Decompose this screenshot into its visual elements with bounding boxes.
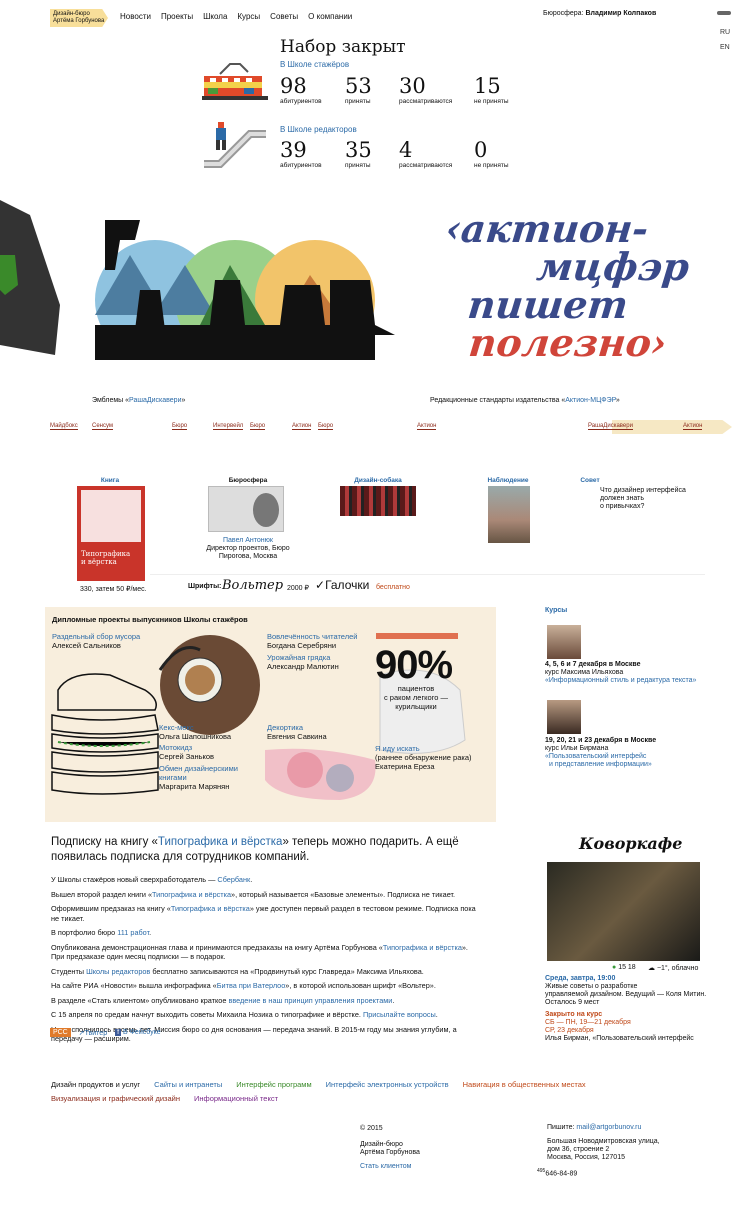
fonts-label: Шрифты:: [188, 583, 222, 590]
stat-applicants-2: 39 абитуриентов: [280, 138, 322, 169]
courses-title[interactable]: Курсы: [545, 607, 567, 614]
editor-school-link[interactable]: В Школе редакторов: [280, 125, 357, 134]
font-galochki-price: бесплатно: [376, 584, 410, 591]
stat-rejected-1: 15 не приняты: [474, 74, 509, 105]
dog-image[interactable]: [340, 486, 416, 516]
diploma-item-4[interactable]: Кекс-мекс Ольга Шапошникова: [159, 723, 231, 741]
stat-rejected-2: 0 не приняты: [474, 138, 509, 169]
facebook-icon: f: [115, 1029, 122, 1036]
news-item: Оформившим предзаказ на книгу «Типографи…: [51, 904, 476, 923]
cafe-closed: Закрыто на курс СБ — ПН, 19—21 декабря СР,…: [545, 1011, 694, 1042]
cloud-icon: ☁: [648, 965, 655, 972]
diploma-title[interactable]: Дипломные проекты выпускников Школы стаж…: [52, 615, 248, 624]
news-item: У Школы стажёров новый сверхработодатель…: [51, 875, 253, 884]
footer-nav-link[interactable]: Навигация в общественных местах: [463, 1080, 586, 1089]
menu-icon[interactable]: [717, 11, 731, 15]
standards-caption: Редакционные стандарты издательства «Акт…: [430, 397, 620, 404]
become-client-link[interactable]: Стать клиентом: [360, 1163, 420, 1171]
course-2[interactable]: 19, 20, 21 и 23 декабря в Москве курс Иль…: [545, 737, 656, 769]
intern-school-link[interactable]: В Школе стажёров: [280, 60, 349, 69]
lang-ru[interactable]: RU: [720, 29, 730, 36]
card-sphere-title[interactable]: Бюросфера: [188, 477, 308, 484]
advice-text[interactable]: Что дизайнер интерфейса должен знать о при…: [600, 487, 686, 511]
card-observation-title[interactable]: Наблюдение: [448, 477, 568, 484]
facebook-link[interactable]: f В Фейсбуке: [115, 1029, 161, 1036]
sphere-person: Павел Антонюк Директор проектов, Бюро Пиро…: [206, 537, 290, 560]
nav-advice[interactable]: Советы: [270, 12, 298, 21]
diploma-item-3[interactable]: Урожайная грядка Александр Малютин: [267, 653, 339, 671]
card-advice-title[interactable]: Совет: [560, 477, 620, 484]
book-price: 330, затем 50 ₽/мес.: [80, 586, 147, 593]
cafe-event[interactable]: Среда, завтра, 19:00 Живые советы о разра…: [545, 975, 706, 1007]
card-dog-title[interactable]: Дизайн-собака: [318, 477, 438, 484]
footer-nav-link[interactable]: Дизайн продуктов и услуг: [51, 1080, 140, 1089]
nav-school[interactable]: Школа: [203, 12, 227, 21]
cafe-title[interactable]: Коворкафе: [579, 834, 682, 853]
admissions-title: Набор закрыт: [280, 37, 406, 57]
news-list: У Школы стажёров новый сверхработодатель…: [51, 875, 481, 1049]
sphere-photo[interactable]: [208, 486, 284, 532]
project-strip: Майдбокс Сенсум Бюро Интервейл Бюро Акти…: [0, 420, 750, 434]
diploma-item-5[interactable]: Мотокидз Сергей Заньков: [159, 743, 214, 761]
course2-photo[interactable]: [547, 700, 581, 734]
rss-button[interactable]: РСС: [50, 1028, 71, 1037]
font-volter[interactable]: Вольтер: [222, 578, 283, 593]
nav-about[interactable]: О компании: [308, 12, 352, 21]
footer-org: © 2015 Дизайн-бюро Артёма Горбунова Стать к…: [360, 1125, 420, 1171]
social-links: РСС ➚Твитер f В Фейсбуке: [50, 1028, 161, 1037]
nav-projects[interactable]: Проекты: [161, 12, 193, 21]
escalator-pixel-icon: [204, 122, 266, 168]
observation-image[interactable]: [488, 486, 530, 543]
subscription-headline: Подписку на книгу «Типографика и вёрстка…: [51, 836, 459, 863]
diploma-item-8[interactable]: Я иду искать (раннее обнаружение рака) Ека…: [375, 744, 471, 771]
diploma-item-7[interactable]: Декортика Евгения Савкина: [267, 723, 327, 741]
twitter-link[interactable]: ➚Твитер: [79, 1029, 107, 1037]
course1-photo[interactable]: [547, 625, 581, 659]
emblems-caption: Эмблемы «РашаДискавери»: [92, 397, 186, 404]
stat-review-2: 4 рассматриваются: [399, 138, 453, 169]
lang-en[interactable]: EN: [720, 44, 730, 51]
stat-review-1: 30 рассматриваются: [399, 74, 453, 105]
news-item: Вышел второй раздел книги «Типографика и…: [51, 889, 456, 899]
book-cover[interactable]: Типографика и вёрстка: [77, 486, 145, 581]
divider: [150, 574, 705, 575]
stat-accepted-1: 53 приняты: [345, 74, 372, 105]
cafe-photo[interactable]: [547, 862, 700, 961]
footer-contacts: Пишите: mail@artgorbunov.ru Большая Новод…: [537, 1124, 660, 1178]
news-item: С 15 апреля по средам начнут выходить со…: [51, 1010, 438, 1019]
news-item: На сайте РИА «Новости» вышла инфографика…: [51, 981, 436, 990]
news-item: В разделе «Стать клиентом» опубликовано …: [51, 995, 395, 1005]
news-item: В портфолио бюро 111 работ.: [51, 928, 152, 937]
diploma-item-2[interactable]: Вовлечённость читателей Богдана Серебряни: [267, 632, 357, 650]
card-book-title[interactable]: Книга: [50, 477, 170, 484]
footer-nav-link[interactable]: Интерфейс программ: [236, 1080, 311, 1089]
font-galochki[interactable]: ✓Галочки: [315, 578, 369, 592]
aktion-lettering: ‹актион- мцфэр пишет полезно›: [443, 206, 692, 365]
percent-stat: 90%: [375, 643, 453, 687]
nav-news[interactable]: Новости: [120, 12, 151, 21]
main-nav: Новости Проекты Школа Курсы Советы О ком…: [120, 12, 352, 21]
train-pixel-icon: [202, 63, 268, 100]
news-item: Опубликована демонстрационная глава и пр…: [51, 942, 468, 962]
stat-accepted-2: 35 приняты: [345, 138, 372, 169]
footer-nav-link[interactable]: Сайты и интранеты: [154, 1080, 222, 1089]
stat-applicants-1: 98 абитуриентов: [280, 74, 322, 105]
footer-nav: Дизайн продуктов и услуг Сайты и интранет…: [51, 1080, 671, 1108]
diploma-item-1[interactable]: Раздельный сбор мусора Алексей Сальников: [52, 632, 140, 650]
cafe-time: ● 15 18: [612, 964, 636, 971]
logo[interactable]: Дизайн-бюро Артёма Горбунова: [50, 9, 108, 27]
course-1[interactable]: 4, 5, 6 и 7 декабря в Москве курс Максима…: [545, 661, 696, 685]
footer-nav-link[interactable]: Информационный текст: [194, 1094, 278, 1103]
bureau-sphere[interactable]: Бюросфера: Владимир Колпаков: [543, 10, 656, 17]
diploma-item-6[interactable]: Обмен дизайнерскими книгами Маргарита Мар…: [159, 764, 249, 791]
email-link[interactable]: mail@artgorbunov.ru: [576, 1124, 641, 1131]
footer-nav-link[interactable]: Визуализация и графический дизайн: [51, 1094, 180, 1103]
news-item: Студенты Школы редакторов бесплатно запи…: [51, 966, 424, 976]
cafe-weather: ☁ −1°, облачно: [648, 965, 699, 972]
nav-courses[interactable]: Курсы: [237, 12, 260, 21]
percent-text: пациентов с раком легкого — курильщики: [383, 684, 449, 711]
footer-nav-link[interactable]: Интерфейс электронных устройств: [326, 1080, 449, 1089]
font-volter-price: 2000 ₽: [287, 585, 309, 592]
